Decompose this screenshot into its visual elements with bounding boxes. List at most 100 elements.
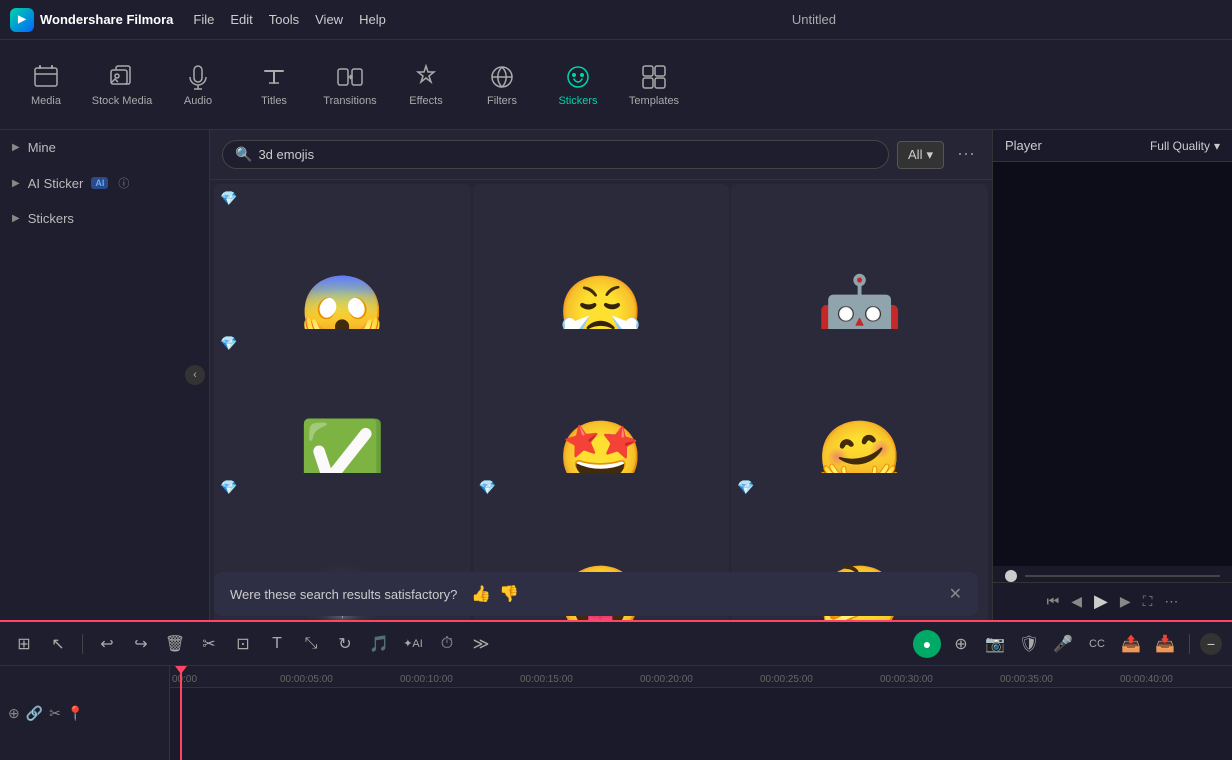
crop-button[interactable]: ⊡ <box>229 630 257 658</box>
speed-button[interactable]: ⏱ <box>433 630 461 658</box>
select-tool-button[interactable]: ↖ <box>44 630 72 658</box>
ruler-mark-1: 00:00:05:00 <box>280 674 333 685</box>
menu-file[interactable]: File <box>193 12 214 27</box>
feedback-close-button[interactable]: ✕ <box>949 584 962 604</box>
more-tools-button[interactable]: ≫ <box>467 630 495 658</box>
progress-indicator <box>1005 570 1017 582</box>
redo-button[interactable]: ↪ <box>127 630 155 658</box>
sidebar-toggle-button[interactable]: ‹ <box>185 365 205 385</box>
toolbar-stickers-label: Stickers <box>558 95 597 107</box>
track-add-icon[interactable]: ⊕ <box>8 705 20 722</box>
info-icon[interactable]: ⓘ <box>118 175 129 191</box>
timeline-tracks: 00:00 00:00:05:00 00:00:10:00 00:00:15:0… <box>170 666 1232 760</box>
player-label: Player <box>1005 138 1042 153</box>
more-options-button[interactable]: ⋯ <box>952 141 980 169</box>
toolbar-stickers[interactable]: Stickers <box>542 47 614 123</box>
thumbdown-button[interactable]: 👎 <box>499 584 519 604</box>
menu-help[interactable]: Help <box>359 12 386 27</box>
ruler-mark-6: 00:00:30:00 <box>880 674 933 685</box>
shield-button[interactable]: 🛡 <box>1015 630 1043 658</box>
timeline-ruler: 00:00 00:00:05:00 00:00:10:00 00:00:15:0… <box>170 666 1232 688</box>
playhead-head <box>175 666 187 674</box>
cut-button[interactable]: ✂ <box>195 630 223 658</box>
toolbar-media-label: Media <box>31 95 61 107</box>
timeline-right-controls: ● ⊕ 📷 🛡 🎤 CC 📤 📥 − <box>913 630 1222 658</box>
export-button[interactable]: 📤 <box>1117 630 1145 658</box>
feedback-bar: Were these search results satisfactory? … <box>214 572 978 616</box>
player-panel: Player Full Quality ▾ ⏮ ◀ ▶ ▶ ⛶ ⋯ <box>992 130 1232 620</box>
sidebar-item-ai-sticker[interactable]: ▶ AI Sticker AI ⓘ <box>0 165 209 201</box>
cc-button[interactable]: CC <box>1083 630 1111 658</box>
audio-detach-button[interactable]: 🎵 <box>365 630 393 658</box>
thumbup-button[interactable]: 👍 <box>471 584 491 604</box>
fullscreen-button[interactable]: ⛶ <box>1143 593 1153 610</box>
menu-edit[interactable]: Edit <box>230 12 252 27</box>
toolbar-audio[interactable]: Audio <box>162 47 234 123</box>
toolbar-stock-media[interactable]: Stock Media <box>86 47 158 123</box>
toolbar-templates[interactable]: Templates <box>618 47 690 123</box>
sidebar-stickers-label: Stickers <box>28 211 74 226</box>
toolbar-effects[interactable]: Effects <box>390 47 462 123</box>
track-marker-icon[interactable]: 📍 <box>67 705 84 722</box>
player-controls: ⏮ ◀ ▶ ▶ ⛶ ⋯ <box>993 582 1232 620</box>
ruler-mark-4: 00:00:20:00 <box>640 674 693 685</box>
sticker-badge-7: 💎 <box>220 479 237 496</box>
menu-items: File Edit Tools View Help <box>193 12 385 27</box>
menu-view[interactable]: View <box>315 12 343 27</box>
split-view-button[interactable]: ⊞ <box>10 630 38 658</box>
resize-button[interactable]: ⤡ <box>297 630 325 658</box>
player-progress <box>993 566 1232 582</box>
undo-button[interactable]: ↩ <box>93 630 121 658</box>
toolbar-titles-label: Titles <box>261 95 287 107</box>
toolbar-effects-label: Effects <box>409 95 442 107</box>
quality-label: Full Quality <box>1150 139 1210 153</box>
search-input[interactable] <box>258 147 876 162</box>
mic-button[interactable]: 🎤 <box>1049 630 1077 658</box>
sticker-badge-9: 💎 <box>737 479 754 496</box>
ruler-mark-0: 00:00 <box>172 674 197 685</box>
zoom-out-button[interactable]: − <box>1200 633 1222 655</box>
rotate-button[interactable]: ↻ <box>331 630 359 658</box>
sidebar-item-mine[interactable]: ▶ Mine <box>0 130 209 165</box>
sidebar-ai-label: AI Sticker <box>28 176 84 191</box>
menu-tools[interactable]: Tools <box>269 12 299 27</box>
player-preview <box>993 162 1232 566</box>
track-cut-icon[interactable]: ✂ <box>49 705 61 722</box>
record-button[interactable]: ● <box>913 630 941 658</box>
more-player-button[interactable]: ⋯ <box>1164 593 1178 610</box>
sticker-badge-8: 💎 <box>479 479 496 496</box>
track-link-icon[interactable]: 🔗 <box>26 705 43 722</box>
toolbar-separator-1 <box>82 634 83 654</box>
sidebar-item-stickers[interactable]: ▶ Stickers <box>0 201 209 236</box>
toolbar-transitions[interactable]: Transitions <box>314 47 386 123</box>
frame-back-button[interactable]: ◀ <box>1071 593 1082 610</box>
sidebar: ▶ Mine ▶ AI Sticker AI ⓘ ▶ Stickers ‹ <box>0 130 210 620</box>
chevron-mine-icon: ▶ <box>12 142 20 153</box>
ruler-mark-3: 00:00:15:00 <box>520 674 573 685</box>
player-header: Player Full Quality ▾ <box>993 130 1232 162</box>
playhead[interactable] <box>180 666 182 760</box>
feedback-buttons: 👍 👎 <box>471 584 519 604</box>
screen-record-button[interactable]: ⊕ <box>947 630 975 658</box>
app-name: Wondershare Filmora <box>40 12 173 27</box>
main-toolbar: Media Stock Media Audio Titles <box>0 40 1232 130</box>
search-input-wrapper: 🔍 <box>222 140 889 169</box>
toolbar-filters[interactable]: Filters <box>466 47 538 123</box>
text-button[interactable]: T <box>263 630 291 658</box>
filter-dropdown[interactable]: All ▾ <box>897 141 944 169</box>
play-button[interactable]: ▶ <box>1094 591 1108 612</box>
toolbar-titles[interactable]: Titles <box>238 47 310 123</box>
quality-dropdown[interactable]: Full Quality ▾ <box>1150 139 1220 153</box>
toolbar-media[interactable]: Media <box>10 47 82 123</box>
camera-button[interactable]: 📷 <box>981 630 1009 658</box>
step-back-button[interactable]: ⏮ <box>1047 593 1060 610</box>
ai-badge: AI <box>91 177 108 189</box>
sticker-badge-1: 💎 <box>220 190 237 207</box>
import-button[interactable]: 📥 <box>1151 630 1179 658</box>
delete-button[interactable]: 🗑 <box>161 630 189 658</box>
toolbar-transitions-label: Transitions <box>323 95 376 107</box>
ai-cut-button[interactable]: ✦AI <box>399 630 427 658</box>
frame-forward-button[interactable]: ▶ <box>1120 593 1131 610</box>
toolbar-filters-label: Filters <box>487 95 517 107</box>
timeline-track-area: ⊕ 🔗 ✂ 📍 00:00 00:00:05:00 00:00:10:00 00… <box>0 666 1232 760</box>
